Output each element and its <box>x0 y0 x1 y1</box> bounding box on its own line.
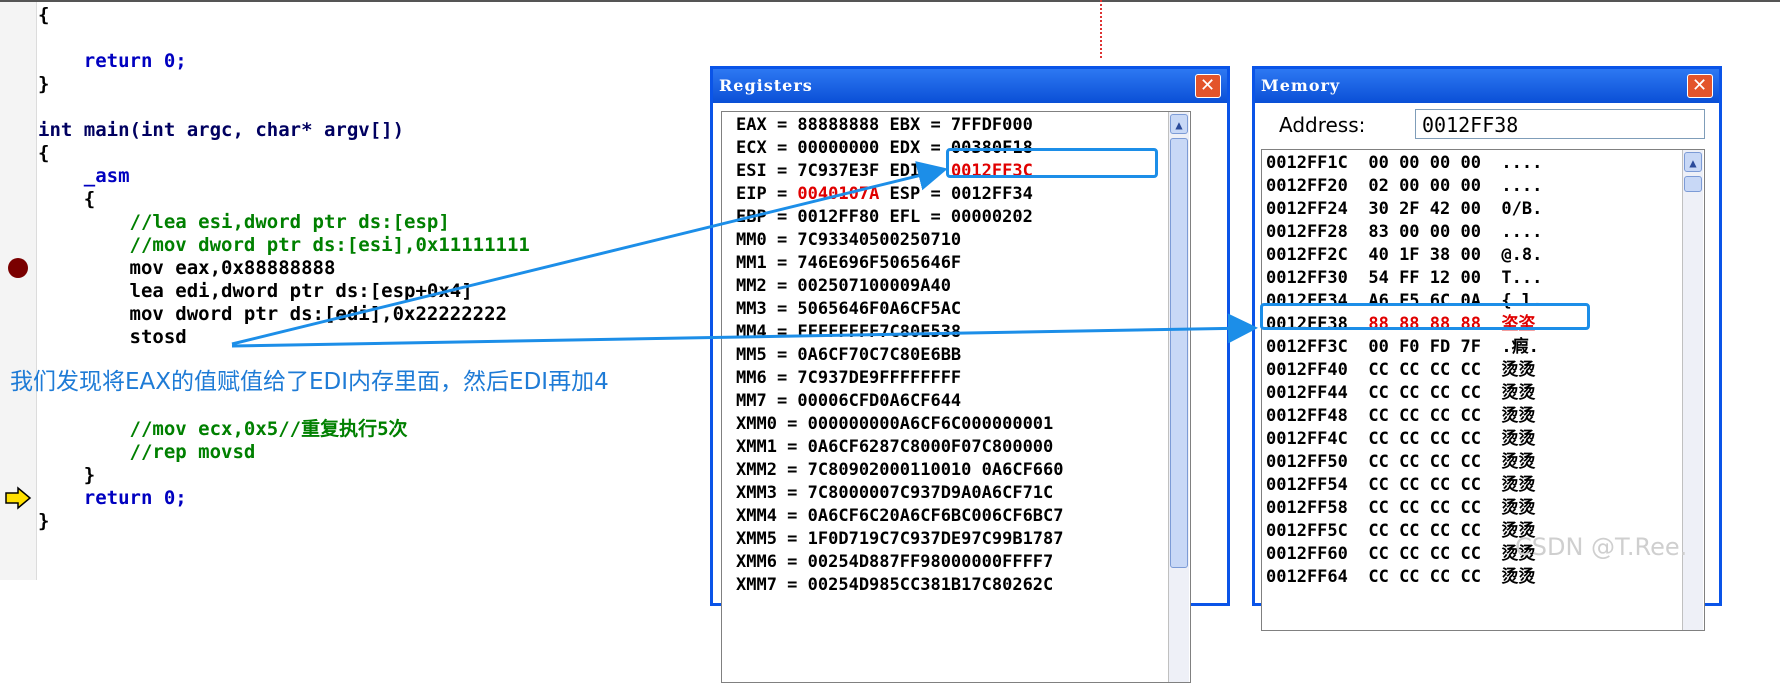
watermark: CSDN @T.Ree. <box>1515 533 1688 561</box>
arrow-to-memory <box>231 313 1258 348</box>
annotation-arrows <box>231 161 1258 348</box>
arrow-to-edi <box>231 161 948 346</box>
